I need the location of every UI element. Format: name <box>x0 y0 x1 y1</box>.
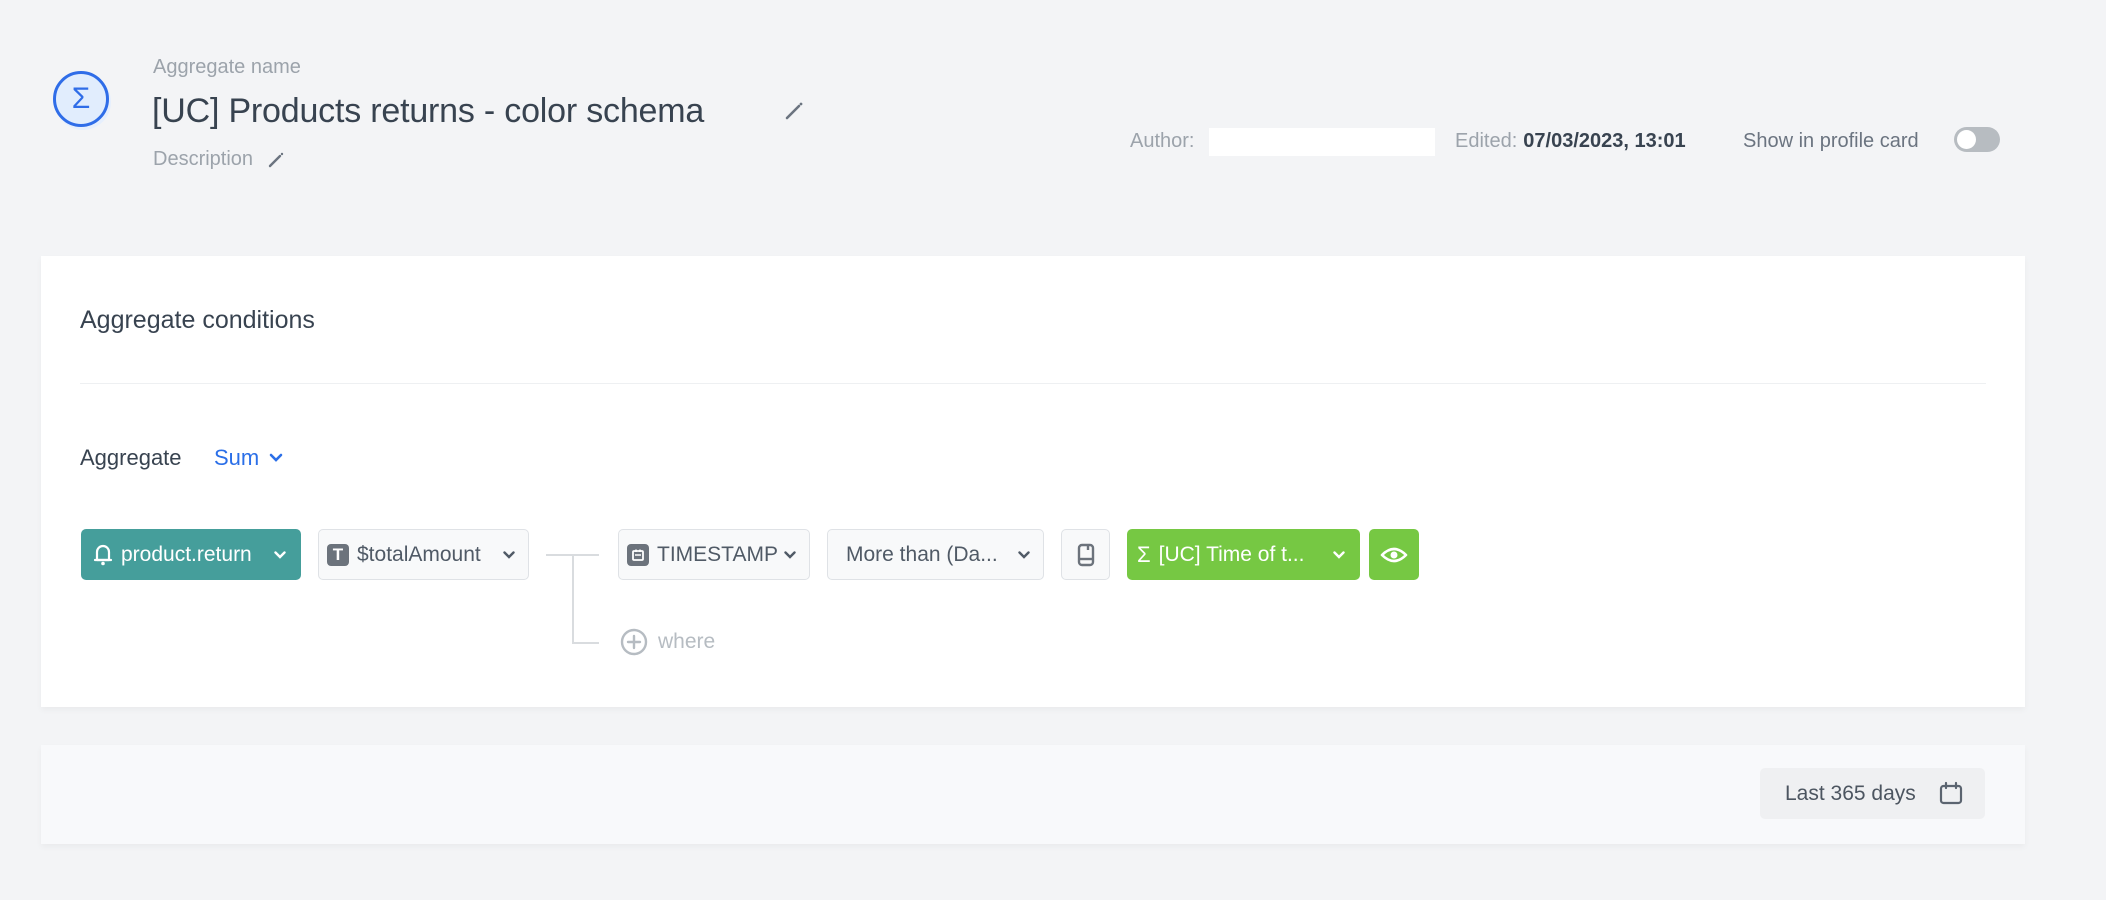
chevron-down-icon <box>273 548 287 562</box>
date-range-label: Last 365 days <box>1785 781 1916 805</box>
event-label: product.return <box>121 542 252 566</box>
eye-icon <box>1380 547 1408 562</box>
chevron-down-icon <box>1017 548 1031 562</box>
description-label: Description <box>153 148 254 170</box>
edit-title-pencil-icon[interactable] <box>783 100 805 122</box>
author-label: Author: <box>1130 129 1195 152</box>
parameter-label: $totalAmount <box>357 542 481 566</box>
aggregate-sigma-icon: Σ <box>53 71 109 127</box>
preview-button[interactable] <box>1369 529 1419 580</box>
results-panel <box>41 745 2025 844</box>
parameter-dropdown[interactable]: T $totalAmount <box>318 529 529 580</box>
filter-parameter-label: TIMESTAMP <box>657 542 778 566</box>
value-label: [UC] Time of t... <box>1158 542 1305 566</box>
conditions-title: Aggregate conditions <box>80 306 315 334</box>
sigma-icon: Σ <box>1137 541 1151 567</box>
text-type-icon: T <box>327 543 349 566</box>
show-in-profile-label: Show in profile card <box>1743 129 1919 152</box>
edited-label: Edited: <box>1455 129 1518 152</box>
aggregate-label: Aggregate <box>80 445 182 470</box>
value-source-button[interactable] <box>1061 529 1110 580</box>
edit-description-pencil-icon[interactable] <box>267 151 285 169</box>
chevron-down-icon <box>783 548 797 562</box>
add-where-button[interactable]: where <box>620 628 715 656</box>
aggregate-function-value: Sum <box>214 445 260 470</box>
aggregate-function-dropdown[interactable]: Sum <box>214 445 283 471</box>
divider <box>80 383 1986 384</box>
edited-info: Edited: 07/03/2023, 13:01 <box>1455 127 1686 155</box>
event-dropdown[interactable]: product.return <box>81 529 301 580</box>
chevron-down-icon <box>269 453 283 462</box>
operator-label: More than (Da... <box>846 542 998 566</box>
chevron-down-icon <box>1332 548 1346 562</box>
edited-value: 07/03/2023, 13:01 <box>1523 129 1686 152</box>
date-range-button[interactable]: Last 365 days <box>1760 768 1985 819</box>
chevron-down-icon <box>502 548 516 562</box>
connector-line <box>572 642 599 644</box>
calendar-type-icon <box>627 543 649 566</box>
description-field[interactable]: Description <box>153 148 285 171</box>
calendar-icon <box>1939 781 1962 804</box>
aggregate-conditions-panel <box>41 256 2025 707</box>
connector-line <box>572 554 574 644</box>
show-in-profile-toggle[interactable] <box>1954 127 2000 152</box>
aggregate-name-label: Aggregate name <box>153 56 301 78</box>
operator-dropdown[interactable]: More than (Da... <box>827 529 1044 580</box>
author-value <box>1209 128 1435 156</box>
filter-parameter-dropdown[interactable]: TIMESTAMP <box>618 529 810 580</box>
plus-circle-icon <box>620 628 648 656</box>
where-label: where <box>658 630 716 653</box>
toggle-knob <box>1957 130 1976 149</box>
book-icon <box>1077 543 1094 566</box>
bell-icon <box>93 544 113 565</box>
aggregate-title: [UC] Products returns - color schema <box>152 92 705 130</box>
value-aggregate-dropdown[interactable]: Σ [UC] Time of t... <box>1127 529 1360 580</box>
